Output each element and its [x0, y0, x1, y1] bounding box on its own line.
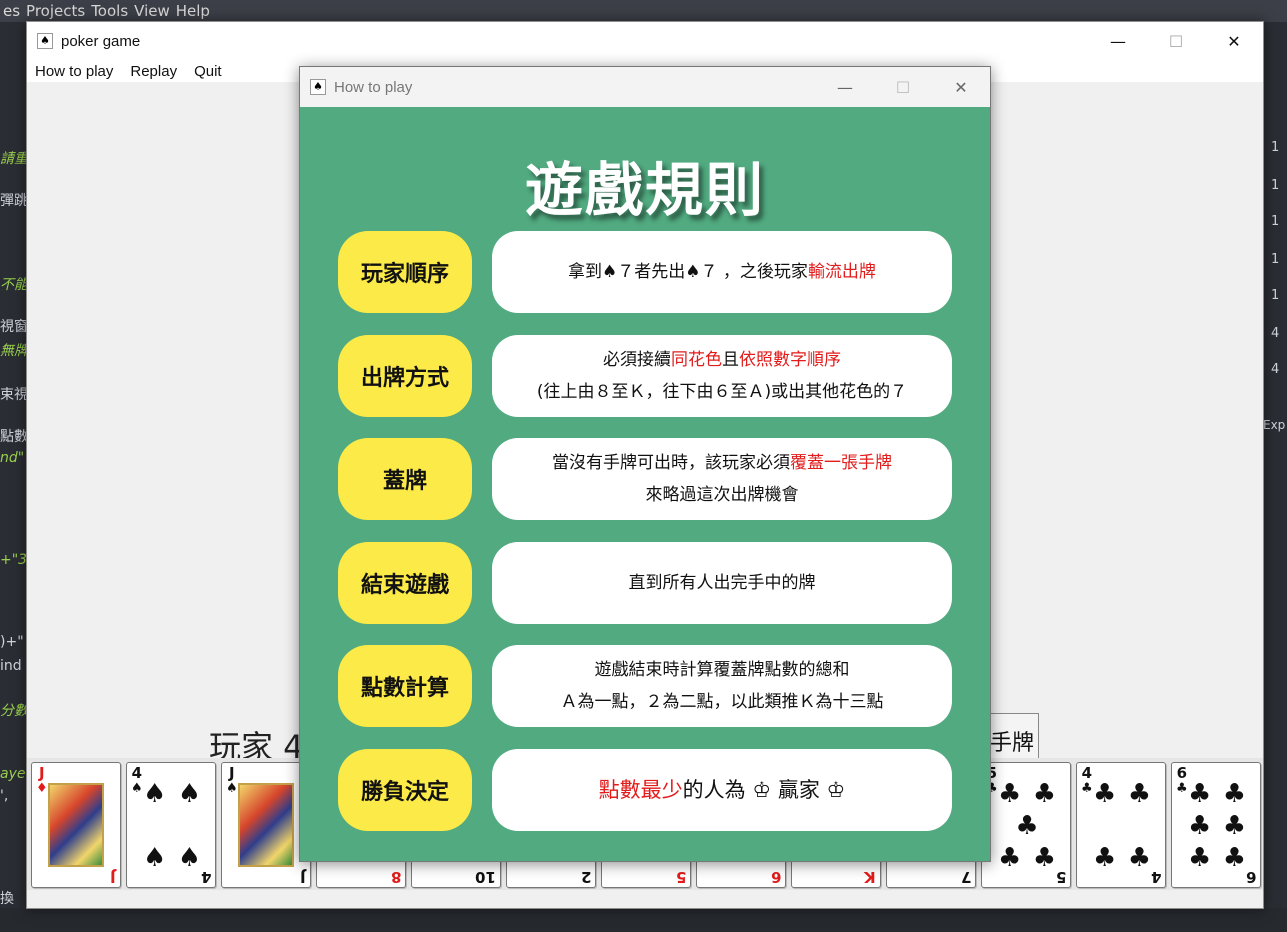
card-rank-bottom: 5: [1055, 868, 1066, 886]
rule-label: 勝負決定: [338, 749, 472, 831]
ide-menu-view[interactable]: View: [131, 0, 173, 20]
card-rank-bottom: 4: [200, 868, 211, 886]
ide-code-line: ind: [0, 658, 22, 674]
dialog-minimize-button[interactable]: —: [816, 67, 874, 107]
ide-line-count: 1: [1271, 178, 1280, 193]
card-pips: ♣ ♣ ♣ ♣ ♣ ♣: [1188, 779, 1246, 873]
ide-line-count: 4: [1271, 362, 1280, 377]
card-face-picture: [238, 783, 294, 867]
window-title: poker game: [61, 32, 141, 50]
ide-statusbar: [0, 908, 1287, 932]
playing-card[interactable]: J ♦ J: [31, 762, 121, 888]
ide-menubar: es Projects Tools View Help: [0, 0, 1287, 22]
minimize-button[interactable]: —: [1089, 22, 1147, 60]
rule-description: 當沒有手牌可出時，該玩家必須覆蓋一張手牌 來略過這次出牌機會: [492, 438, 952, 521]
playing-card[interactable]: 4 ♠ 4 ♠ ♠ ♠ ♠: [126, 762, 216, 888]
ide-explorer-tab[interactable]: Exp: [1263, 418, 1285, 432]
close-button[interactable]: ✕: [1205, 22, 1263, 60]
playing-card[interactable]: J ♠ J: [221, 762, 311, 888]
dialog-maximize-button[interactable]: ☐: [874, 67, 932, 107]
spade-app-icon: ♠: [37, 33, 53, 49]
rule-label: 結束遊戲: [338, 541, 472, 624]
game-titlebar: ♠ poker game — ☐ ✕: [27, 22, 1263, 60]
card-face-picture: [48, 783, 104, 867]
card-rank-bottom: 2: [580, 868, 591, 886]
card-rank: 6 ♣: [1176, 764, 1188, 796]
card-rank-bottom: 10: [475, 868, 496, 886]
ide-line-count: 1: [1271, 252, 1280, 267]
ide-code-line: 束視: [0, 387, 28, 403]
ide-menu-projects[interactable]: Projects: [23, 0, 88, 20]
ide-line-count: 1: [1271, 214, 1280, 229]
card-rank: J ♦: [36, 764, 48, 796]
ide-line-count: 1: [1271, 288, 1280, 303]
ide-menu-help[interactable]: Help: [173, 0, 213, 20]
card-rank-bottom: 8: [390, 868, 401, 886]
dialog-title: How to play: [334, 78, 413, 96]
card-pips: ♣ ♣ ♣ ♣: [1093, 779, 1151, 873]
menu-quit[interactable]: Quit: [186, 63, 231, 80]
how-to-play-dialog: ♠ How to play — ☐ ✕ 遊戲規則 玩家順序 拿到♠７者先出♠７ ，…: [299, 66, 991, 862]
ide-code-line: +"3: [0, 552, 28, 568]
ide-code-line: aye: [0, 766, 26, 782]
ide-code-line: nd": [0, 450, 25, 466]
card-rank: 4 ♣: [1081, 764, 1093, 796]
ide-code-line: 請重: [0, 151, 28, 167]
card-rank-bottom: 6: [1245, 868, 1256, 886]
rule-label: 蓋牌: [338, 438, 472, 521]
card-rank-bottom: 4: [1150, 868, 1161, 886]
playing-card[interactable]: 6 ♣ 6 ♣ ♣ ♣ ♣ ♣ ♣: [1171, 762, 1261, 888]
card-rank: J ♠: [226, 764, 238, 796]
rule-description: 拿到♠７者先出♠７ ，之後玩家輸流出牌: [492, 231, 952, 313]
card-rank-bottom: 5: [675, 868, 686, 886]
card-pips: ♣ ♣ ♣ ♣ ♣: [998, 779, 1056, 873]
spade-app-icon: ♠: [310, 79, 326, 95]
ide-code-line: 不能: [0, 277, 28, 293]
menu-replay[interactable]: Replay: [122, 63, 186, 80]
ide-menu-tools[interactable]: Tools: [88, 0, 131, 20]
ide-side-panel: 1 1 1 1 1 4 4 Exp: [1263, 22, 1287, 932]
playing-card[interactable]: 4 ♣ 4 ♣ ♣ ♣ ♣: [1076, 762, 1166, 888]
ide-line-count: 1: [1271, 140, 1280, 155]
card-rank-bottom: 7: [960, 868, 971, 886]
dialog-close-button[interactable]: ✕: [932, 67, 990, 107]
dialog-titlebar: ♠ How to play — ☐ ✕: [300, 67, 990, 107]
card-rank: 4 ♠: [131, 764, 143, 796]
ide-code-line: 點數: [0, 429, 28, 445]
card-rank-bottom: 6: [770, 868, 781, 886]
rule-description: 必須接續同花色且依照數字順序 (往上由８至Ｋ，往下由６至Ａ)或出其他花色的７: [492, 334, 952, 417]
ide-code-line: 換: [0, 891, 14, 907]
ide-code-line: 視窗: [0, 319, 28, 335]
ide-code-editor: 請重 彈跳 不能 視窗 無牌 束視 點數 nd" +"3 )+" ind 分數 …: [0, 22, 28, 932]
card-rank-bottom: J: [110, 868, 116, 886]
ide-code-line: )+": [0, 634, 24, 650]
rule-label: 玩家順序: [338, 231, 472, 313]
rules-heading: 遊戲規則: [524, 156, 765, 224]
playing-card[interactable]: 5 ♣ 5 ♣ ♣ ♣ ♣ ♣: [981, 762, 1071, 888]
ide-code-line: 分數: [0, 703, 28, 719]
ide-code-line: 彈跳: [0, 193, 28, 209]
rule-label: 出牌方式: [338, 334, 472, 417]
ide-code-line: ',: [0, 788, 9, 804]
rule-description: 遊戲結束時計算覆蓋牌點數的總和 Ａ為一點，２為二點，以此類推Ｋ為十三點: [492, 645, 952, 728]
card-pips: ♠ ♠ ♠ ♠: [143, 779, 201, 873]
menu-how-to-play[interactable]: How to play: [27, 63, 122, 80]
ide-code-line: 無牌: [0, 343, 28, 359]
ide-line-count: 4: [1271, 326, 1280, 341]
card-rank-bottom: K: [864, 868, 876, 886]
rule-description: 點數最少的人為 ♔ 贏家 ♔: [492, 749, 952, 831]
maximize-button[interactable]: ☐: [1147, 22, 1205, 60]
rule-label: 點數計算: [338, 645, 472, 728]
rule-description: 直到所有人出完手中的牌: [492, 541, 952, 624]
ide-menu-files[interactable]: es: [0, 0, 23, 20]
card-rank-bottom: J: [300, 868, 306, 886]
